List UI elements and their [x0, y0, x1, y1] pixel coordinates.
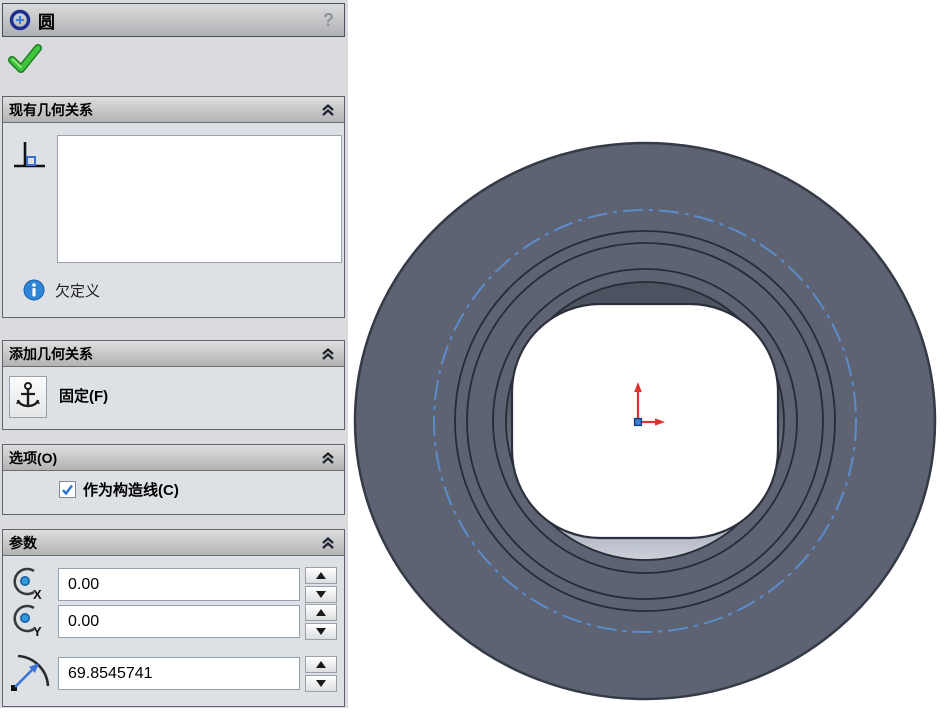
circle-sketch-icon	[9, 9, 31, 31]
definition-status: 欠定义	[55, 282, 101, 300]
radius-icon	[11, 654, 50, 691]
group-add-relations-header: 添加几何关系	[3, 341, 344, 367]
group-header-label: 参数	[9, 534, 37, 551]
collapse-chevron-icon[interactable]	[320, 103, 336, 117]
fix-relation-label: 固定(F)	[59, 388, 109, 405]
construction-line-checkbox[interactable]	[59, 481, 76, 498]
radius-spinner	[305, 656, 337, 692]
spin-up-button[interactable]	[305, 656, 337, 673]
group-add-relations: 添加几何关系 固定(F)	[2, 340, 345, 430]
radius-input[interactable]	[58, 657, 300, 690]
construction-line-label[interactable]: 作为构造线(C)	[83, 479, 179, 500]
group-existing-relations: 现有几何关系 欠定义	[2, 96, 345, 318]
group-header-label: 选项(O)	[9, 449, 58, 466]
group-header-label: 现有几何关系	[9, 101, 93, 118]
spin-up-button[interactable]	[305, 567, 337, 584]
svg-text:X: X	[33, 587, 42, 602]
spin-up-button[interactable]	[305, 604, 337, 621]
info-icon	[23, 279, 45, 301]
collapse-chevron-icon[interactable]	[320, 451, 336, 465]
help-button[interactable]: ?	[323, 10, 334, 31]
anchor-icon	[16, 382, 40, 408]
center-x-icon: X	[13, 567, 42, 602]
center-x-spinner	[305, 567, 337, 603]
group-options: 选项(O) 作为构造线(C)	[2, 444, 345, 515]
collapse-chevron-icon[interactable]	[320, 536, 336, 550]
model-view	[353, 141, 937, 701]
page-title: 圆	[38, 12, 55, 32]
definition-status-row: 欠定义	[23, 279, 100, 301]
group-existing-relations-header: 现有几何关系	[3, 97, 344, 123]
spin-down-button[interactable]	[305, 675, 337, 692]
center-y-input[interactable]	[58, 605, 300, 638]
graphics-viewport[interactable]	[348, 0, 951, 708]
group-parameters-header: 参数	[3, 530, 344, 556]
property-manager-titlebar: 圆 ?	[2, 3, 345, 37]
solidworks-window: 圆 ? 现有几何关系 欠定义 添加几何关系 固定(F) 选项(O) 作为构造线(…	[0, 0, 951, 708]
center-x-input[interactable]	[58, 568, 300, 601]
center-y-icon: Y	[13, 604, 42, 639]
group-header-label: 添加几何关系	[9, 345, 93, 362]
svg-text:Y: Y	[33, 624, 42, 639]
perpendicular-icon	[14, 142, 45, 168]
center-y-spinner	[305, 604, 337, 640]
property-manager-panel: 圆 ? 现有几何关系 欠定义 添加几何关系 固定(F) 选项(O) 作为构造线(…	[0, 0, 348, 708]
group-parameters: 参数 X Y	[2, 529, 345, 707]
group-options-header: 选项(O)	[3, 445, 344, 471]
ok-button[interactable]	[8, 44, 42, 74]
fix-relation-button[interactable]	[9, 376, 47, 418]
spin-down-button[interactable]	[305, 586, 337, 603]
relations-listbox[interactable]	[57, 135, 342, 263]
checkmark-icon	[62, 484, 73, 495]
spin-down-button[interactable]	[305, 623, 337, 640]
construction-line-option[interactable]: 作为构造线(C)	[59, 479, 179, 500]
collapse-chevron-icon[interactable]	[320, 347, 336, 361]
